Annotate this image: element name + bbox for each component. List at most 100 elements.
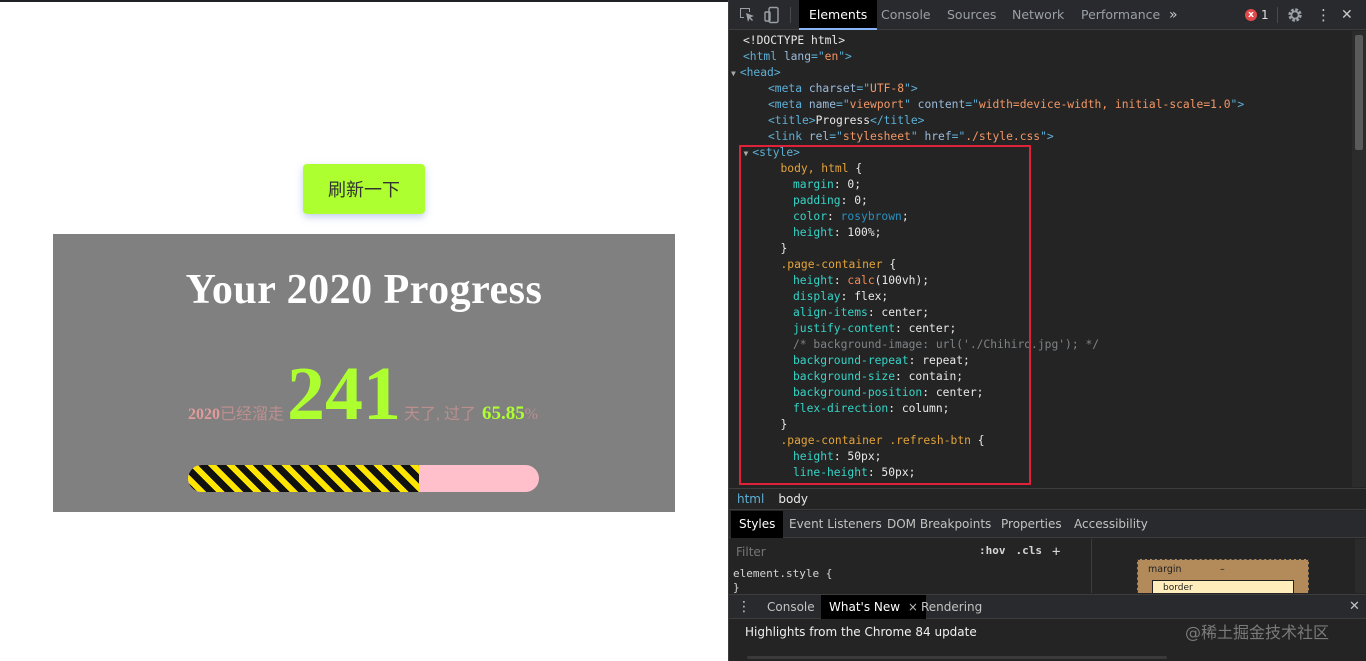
code-line[interactable]: <title>Progress</title> xyxy=(768,113,924,129)
code-line[interactable]: background-repeat: repeat; xyxy=(793,353,970,369)
code-token: calc xyxy=(847,274,875,287)
progress-fill xyxy=(188,465,420,492)
code-token: : center; xyxy=(895,322,957,335)
code-line[interactable]: background-size: contain; xyxy=(793,369,963,385)
breadcrumb: html body xyxy=(729,488,1366,510)
code-token: : 50px; xyxy=(833,450,882,463)
drawer-scrollbar[interactable] xyxy=(747,656,1167,659)
dom-tree-scrollbar[interactable] xyxy=(1352,31,1366,487)
code-line[interactable]: .page-container .refresh-btn { xyxy=(781,433,985,449)
code-token: : xyxy=(827,210,841,223)
settings-gear-icon[interactable] xyxy=(1286,6,1304,24)
tab-network[interactable]: Network xyxy=(1002,0,1074,30)
dom-tree: line-height: 50px; height: 50px; .page-con… xyxy=(729,31,1351,487)
progress-stats: 2020 已经溜走 241 天了, 过了 65.85% xyxy=(188,354,538,434)
code-line[interactable]: } xyxy=(781,417,788,433)
tab-accessibility[interactable]: Accessibility xyxy=(1066,511,1156,538)
devtools-panel: Elements Console Sources Network Perform… xyxy=(728,0,1366,661)
refresh-button[interactable]: 刷新一下 xyxy=(303,164,425,214)
code-line[interactable]: <!DOCTYPE html> xyxy=(743,33,845,49)
code-token: background-position xyxy=(793,386,923,399)
code-line[interactable]: ▼ <head> xyxy=(731,65,781,81)
hover-state-toggle[interactable]: :hov xyxy=(979,544,1006,560)
code-token: .page-container .refresh-btn xyxy=(780,434,971,447)
code-line[interactable]: padding: 0; xyxy=(793,193,868,209)
code-line[interactable]: <html lang="en"> xyxy=(743,49,852,65)
code-line[interactable]: <meta name="viewport" content="width=dev… xyxy=(768,97,1244,113)
drawer-tab-whats-new[interactable]: What's New × xyxy=(821,595,926,619)
code-line[interactable]: color: rosybrown; xyxy=(793,209,909,225)
drawer-tab-rendering[interactable]: Rendering xyxy=(913,595,990,619)
code-token: (100vh); xyxy=(874,274,930,287)
code-line[interactable]: background-position: center; xyxy=(793,385,983,401)
code-token: : center; xyxy=(867,306,930,319)
box-model-pane: margin – border xyxy=(1092,539,1366,593)
code-line[interactable]: height: 50px; xyxy=(793,449,881,465)
devtools-toolbar: Elements Console Sources Network Perform… xyxy=(729,0,1366,30)
element-style-selector: element.style { xyxy=(733,567,833,580)
code-line[interactable]: height: 100%; xyxy=(793,225,881,241)
code-line[interactable]: display: flex; xyxy=(793,289,888,305)
device-toolbar-icon[interactable] xyxy=(763,6,781,24)
styles-filter-input[interactable] xyxy=(733,542,969,562)
breadcrumb-body[interactable]: body xyxy=(778,492,808,506)
tab-styles[interactable]: Styles xyxy=(731,511,784,538)
year-label: 2020 xyxy=(188,406,220,423)
box-model-border[interactable]: border xyxy=(1152,580,1294,593)
more-tabs-icon[interactable]: » xyxy=(1159,0,1188,30)
code-line[interactable]: <link rel="stylesheet" href="./style.css… xyxy=(768,129,1054,145)
progress-bar xyxy=(188,465,539,492)
margin-value[interactable]: – xyxy=(1220,564,1225,575)
drawer-tab-console[interactable]: Console xyxy=(759,595,823,619)
border-label: border xyxy=(1163,583,1193,593)
tab-console[interactable]: Console xyxy=(871,0,941,30)
code-token: stylesheet xyxy=(842,130,911,143)
styles-toolbar: :hov .cls + xyxy=(979,544,1060,560)
code-line[interactable]: height: calc(100vh); xyxy=(793,273,929,289)
class-toggle[interactable]: .cls xyxy=(1016,544,1043,560)
error-count: 1 xyxy=(1261,8,1269,22)
code-line[interactable]: margin: 0; xyxy=(793,177,861,193)
tab-sources[interactable]: Sources xyxy=(937,0,1006,30)
code-line[interactable]: .page-container { xyxy=(781,257,897,273)
code-line[interactable]: flex-direction: column; xyxy=(793,401,949,417)
code-line[interactable]: justify-content: center; xyxy=(793,321,956,337)
box-model-margin[interactable]: margin – border xyxy=(1137,559,1309,593)
tab-elements[interactable]: Elements xyxy=(799,0,878,30)
code-line[interactable]: body, html { xyxy=(781,161,863,177)
code-token: height xyxy=(793,274,834,287)
inspect-element-icon[interactable] xyxy=(738,6,756,24)
code-token: href xyxy=(924,130,952,143)
customize-menu-icon[interactable]: ⋮ xyxy=(1312,0,1335,30)
page-container: 刷新一下 Your 2020 Progress 2020 已经溜走 241 天了… xyxy=(0,2,728,661)
code-token: ▼ xyxy=(743,149,749,158)
code-token: </title> xyxy=(870,114,925,127)
code-line[interactable]: align-items: center; xyxy=(793,305,929,321)
error-counter[interactable]: x 1 xyxy=(1245,8,1269,22)
code-token: <head> xyxy=(739,66,781,79)
code-line[interactable]: line-height: 50px; xyxy=(793,465,915,481)
code-token: { xyxy=(882,258,897,271)
tab-properties[interactable]: Properties xyxy=(993,511,1070,538)
new-rule-button[interactable]: + xyxy=(1052,544,1060,560)
tab-performance[interactable]: Performance xyxy=(1071,0,1170,30)
breadcrumb-html[interactable]: html xyxy=(737,492,764,506)
code-token: en xyxy=(824,50,839,63)
tab-dom-breakpoints[interactable]: DOM Breakpoints xyxy=(879,511,999,538)
code-token: : 100%; xyxy=(833,226,882,239)
drawer-menu-icon[interactable]: ⋮ xyxy=(731,595,757,619)
close-devtools-icon[interactable]: ✕ xyxy=(1337,0,1357,30)
days-count: 241 xyxy=(287,352,402,436)
code-line[interactable]: } xyxy=(781,241,788,257)
scrollbar-thumb[interactable] xyxy=(1355,35,1363,150)
code-token: =" xyxy=(836,98,850,111)
code-line[interactable]: /* background-image: url('./Chihiro.jpg'… xyxy=(793,337,1099,353)
box-model-scrollbar[interactable] xyxy=(1355,539,1366,593)
code-token: : 50px; xyxy=(867,466,916,479)
code-line[interactable]: <meta charset="UTF-8"> xyxy=(768,81,918,97)
drawer-tabs: ⋮ Console What's New × Rendering ✕ xyxy=(729,594,1366,619)
code-token: <html xyxy=(743,50,784,63)
close-drawer-icon[interactable]: ✕ xyxy=(1341,595,1366,619)
tab-event-listeners[interactable]: Event Listeners xyxy=(781,511,890,538)
code-line[interactable]: ▼ <style> xyxy=(744,145,800,161)
